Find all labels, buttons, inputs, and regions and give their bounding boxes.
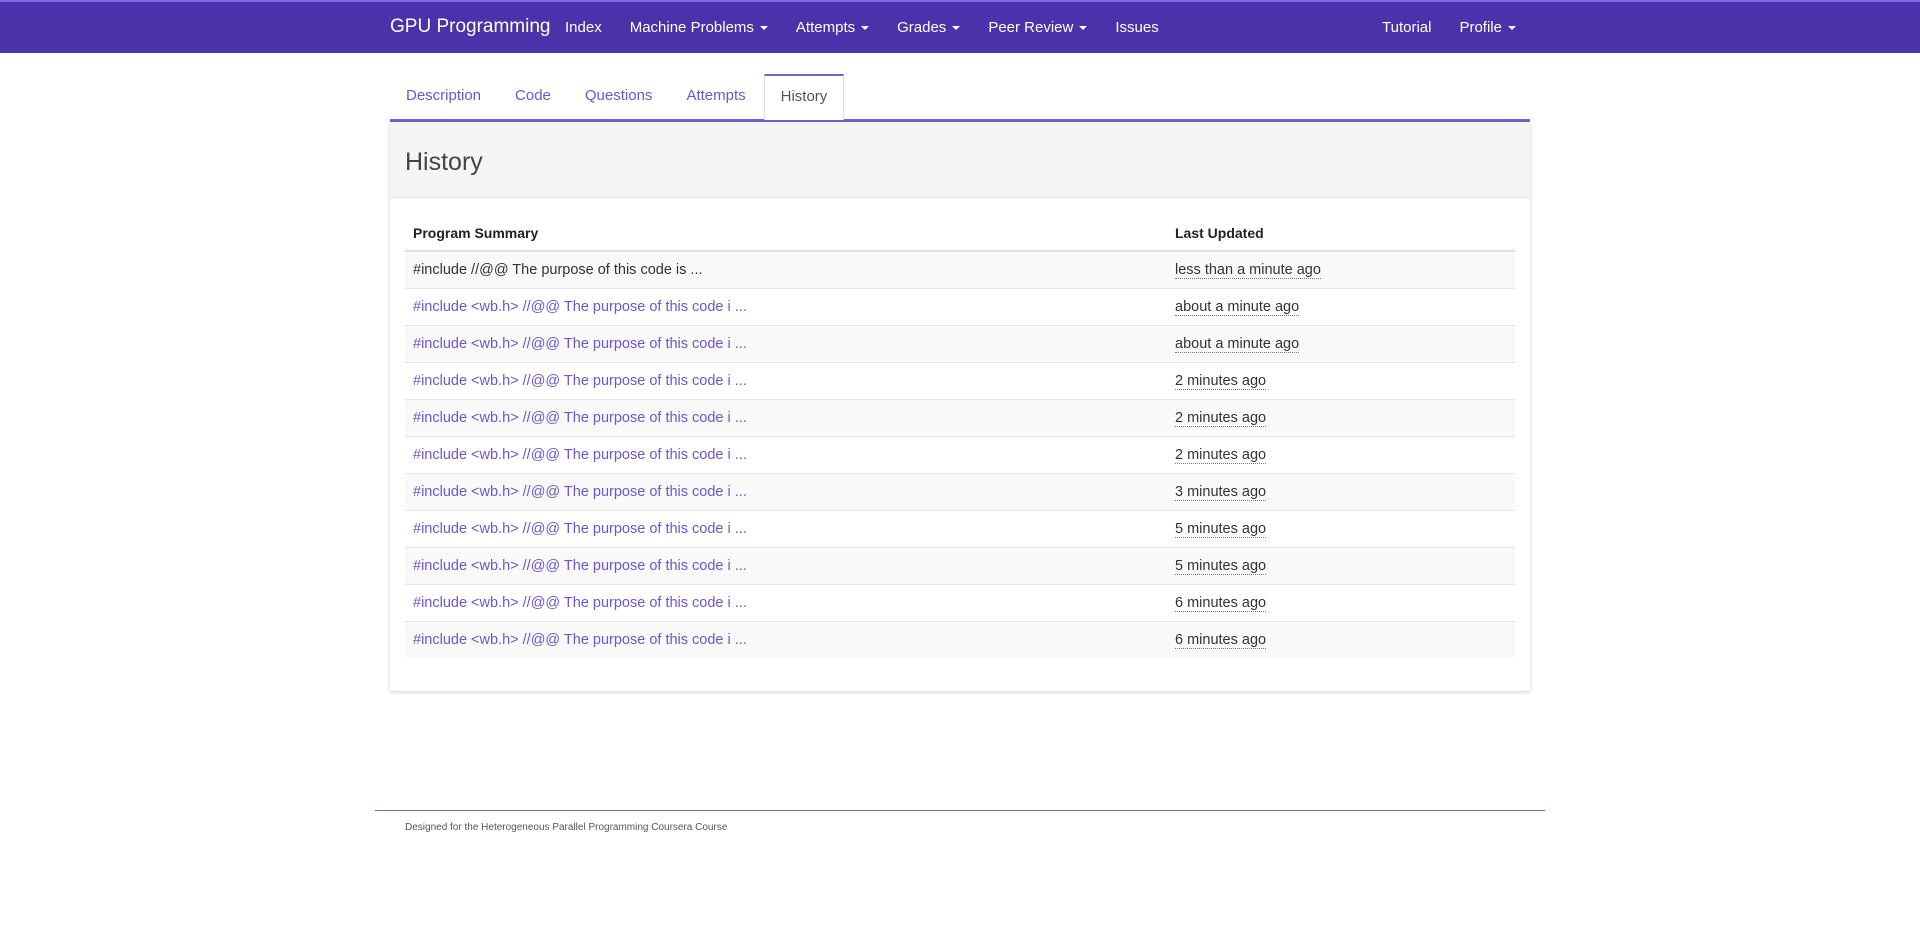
nav-item-grades[interactable]: Grades <box>883 2 974 53</box>
program-summary-cell: #include <wb.h> //@@ The purpose of this… <box>405 584 1167 622</box>
nav-item-label: Profile <box>1459 19 1502 36</box>
nav-item-label: Peer Review <box>988 19 1074 36</box>
program-summary-cell: #include <wb.h> //@@ The purpose of this… <box>405 436 1167 474</box>
last-updated-cell: about a minute ago <box>1167 288 1515 326</box>
program-summary-link[interactable]: #include <wb.h> //@@ The purpose of this… <box>413 632 747 648</box>
column-header-last-updated: Last Updated <box>1167 215 1515 252</box>
program-summary-link[interactable]: #include <wb.h> //@@ The purpose of this… <box>413 299 747 315</box>
nav-item-label: Tutorial <box>1382 19 1432 36</box>
last-updated-time: about a minute ago <box>1175 299 1300 316</box>
program-summary-link[interactable]: #include <wb.h> //@@ The purpose of this… <box>413 484 747 500</box>
nav-item-label: Machine Problems <box>629 19 754 36</box>
nav-item-index[interactable]: Index <box>565 2 616 53</box>
navbar-left-menu: Index Machine Problems Attempts Grades Peer … <box>565 2 1173 53</box>
last-updated-time: 2 minutes ago <box>1175 373 1267 390</box>
problem-tabs: Description Code Questions Attempts History <box>390 74 1530 122</box>
last-updated-cell: 6 minutes ago <box>1167 584 1515 622</box>
last-updated-cell: less than a minute ago <box>1167 251 1515 289</box>
tab-description[interactable]: Description <box>390 74 497 118</box>
program-summary-cell: #include <wb.h> //@@ The purpose of this… <box>405 288 1167 326</box>
program-summary-cell: #include <wb.h> //@@ The purpose of this… <box>405 399 1167 437</box>
program-summary-cell: #include <wb.h> //@@ The purpose of this… <box>405 547 1167 585</box>
navbar-container: GPU Programming Index Machine Problems Att… <box>390 2 1530 53</box>
last-updated-cell: about a minute ago <box>1167 325 1515 363</box>
table-row: #include <wb.h> //@@ The purpose of this… <box>405 584 1515 622</box>
table-row: #include <wb.h> //@@ The purpose of this… <box>405 510 1515 548</box>
nav-item-machine-problems[interactable]: Machine Problems <box>616 2 782 53</box>
history-panel: History Program Summary Last Updated #in… <box>390 122 1530 691</box>
footer-text: Designed for the Heterogeneous Parallel … <box>405 822 728 833</box>
program-summary-link[interactable]: #include <wb.h> //@@ The purpose of this… <box>413 595 747 611</box>
nav-item-label: Grades <box>897 19 947 36</box>
last-updated-cell: 6 minutes ago <box>1167 621 1515 658</box>
table-row: #include <wb.h> //@@ The purpose of this… <box>405 288 1515 326</box>
caret-down-icon <box>1508 26 1516 31</box>
top-navbar: GPU Programming Index Machine Problems Att… <box>0 0 1920 53</box>
last-updated-time: 5 minutes ago <box>1175 521 1267 538</box>
tab-attempts[interactable]: Attempts <box>670 74 761 118</box>
panel-title: History <box>405 148 483 176</box>
program-summary-cell: #include <wb.h> //@@ The purpose of this… <box>405 362 1167 400</box>
navbar-right-menu: Tutorial Profile <box>1368 2 1530 53</box>
table-row: #include <wb.h> //@@ The purpose of this… <box>405 325 1515 363</box>
last-updated-time: 3 minutes ago <box>1175 484 1267 501</box>
last-updated-time: 6 minutes ago <box>1175 632 1267 649</box>
nav-item-issues[interactable]: Issues <box>1101 2 1172 53</box>
nav-item-peer-review[interactable]: Peer Review <box>974 2 1101 53</box>
column-header-program-summary: Program Summary <box>405 215 1167 252</box>
tab-questions[interactable]: Questions <box>569 74 669 118</box>
table-header-row: Program Summary Last Updated <box>405 215 1515 252</box>
nav-item-attempts[interactable]: Attempts <box>782 2 883 53</box>
table-row: #include //@@ The purpose of this code i… <box>405 251 1515 289</box>
nav-item-label: Issues <box>1115 19 1159 36</box>
last-updated-time: about a minute ago <box>1175 336 1300 353</box>
last-updated-cell: 5 minutes ago <box>1167 510 1515 548</box>
table-row: #include <wb.h> //@@ The purpose of this… <box>405 362 1515 400</box>
last-updated-cell: 2 minutes ago <box>1167 399 1515 437</box>
nav-item-label: Index <box>565 19 602 36</box>
history-table-body: #include //@@ The purpose of this code i… <box>405 251 1515 658</box>
program-summary-link[interactable]: #include <wb.h> //@@ The purpose of this… <box>413 410 747 426</box>
tab-code[interactable]: Code <box>499 74 567 118</box>
footer-divider <box>375 810 1545 811</box>
nav-item-label: Attempts <box>795 19 856 36</box>
nav-item-tutorial[interactable]: Tutorial <box>1368 2 1445 53</box>
caret-down-icon <box>759 26 768 31</box>
last-updated-time: 2 minutes ago <box>1175 410 1267 427</box>
program-summary-cell: #include <wb.h> //@@ The purpose of this… <box>405 325 1167 363</box>
program-summary-cell: #include <wb.h> //@@ The purpose of this… <box>405 510 1167 548</box>
panel-heading: History <box>390 122 1530 198</box>
program-summary-text: #include //@@ The purpose of this code i… <box>413 262 703 278</box>
program-summary-cell: #include <wb.h> //@@ The purpose of this… <box>405 473 1167 511</box>
program-summary-link[interactable]: #include <wb.h> //@@ The purpose of this… <box>413 373 747 389</box>
caret-down-icon <box>952 26 961 31</box>
history-table: Program Summary Last Updated #include //… <box>405 215 1515 658</box>
last-updated-time: less than a minute ago <box>1175 262 1321 279</box>
table-row: #include <wb.h> //@@ The purpose of this… <box>405 547 1515 585</box>
last-updated-time: 2 minutes ago <box>1175 447 1267 464</box>
last-updated-cell: 5 minutes ago <box>1167 547 1515 585</box>
tab-history[interactable]: History <box>763 74 845 120</box>
program-summary-cell: #include //@@ The purpose of this code i… <box>405 251 1167 289</box>
last-updated-cell: 2 minutes ago <box>1167 436 1515 474</box>
last-updated-time: 5 minutes ago <box>1175 558 1267 575</box>
program-summary-link[interactable]: #include <wb.h> //@@ The purpose of this… <box>413 447 747 463</box>
program-summary-link[interactable]: #include <wb.h> //@@ The purpose of this… <box>413 336 747 352</box>
program-summary-link[interactable]: #include <wb.h> //@@ The purpose of this… <box>413 558 747 574</box>
table-row: #include <wb.h> //@@ The purpose of this… <box>405 473 1515 511</box>
last-updated-cell: 2 minutes ago <box>1167 362 1515 400</box>
brand-link[interactable]: GPU Programming <box>390 16 551 38</box>
last-updated-cell: 3 minutes ago <box>1167 473 1515 511</box>
program-summary-cell: #include <wb.h> //@@ The purpose of this… <box>405 621 1167 658</box>
nav-item-profile[interactable]: Profile <box>1445 2 1530 53</box>
caret-down-icon <box>861 26 870 31</box>
program-summary-link[interactable]: #include <wb.h> //@@ The purpose of this… <box>413 521 747 537</box>
table-row: #include <wb.h> //@@ The purpose of this… <box>405 621 1515 658</box>
table-row: #include <wb.h> //@@ The purpose of this… <box>405 399 1515 437</box>
caret-down-icon <box>1079 26 1088 31</box>
table-row: #include <wb.h> //@@ The purpose of this… <box>405 436 1515 474</box>
last-updated-time: 6 minutes ago <box>1175 595 1267 612</box>
